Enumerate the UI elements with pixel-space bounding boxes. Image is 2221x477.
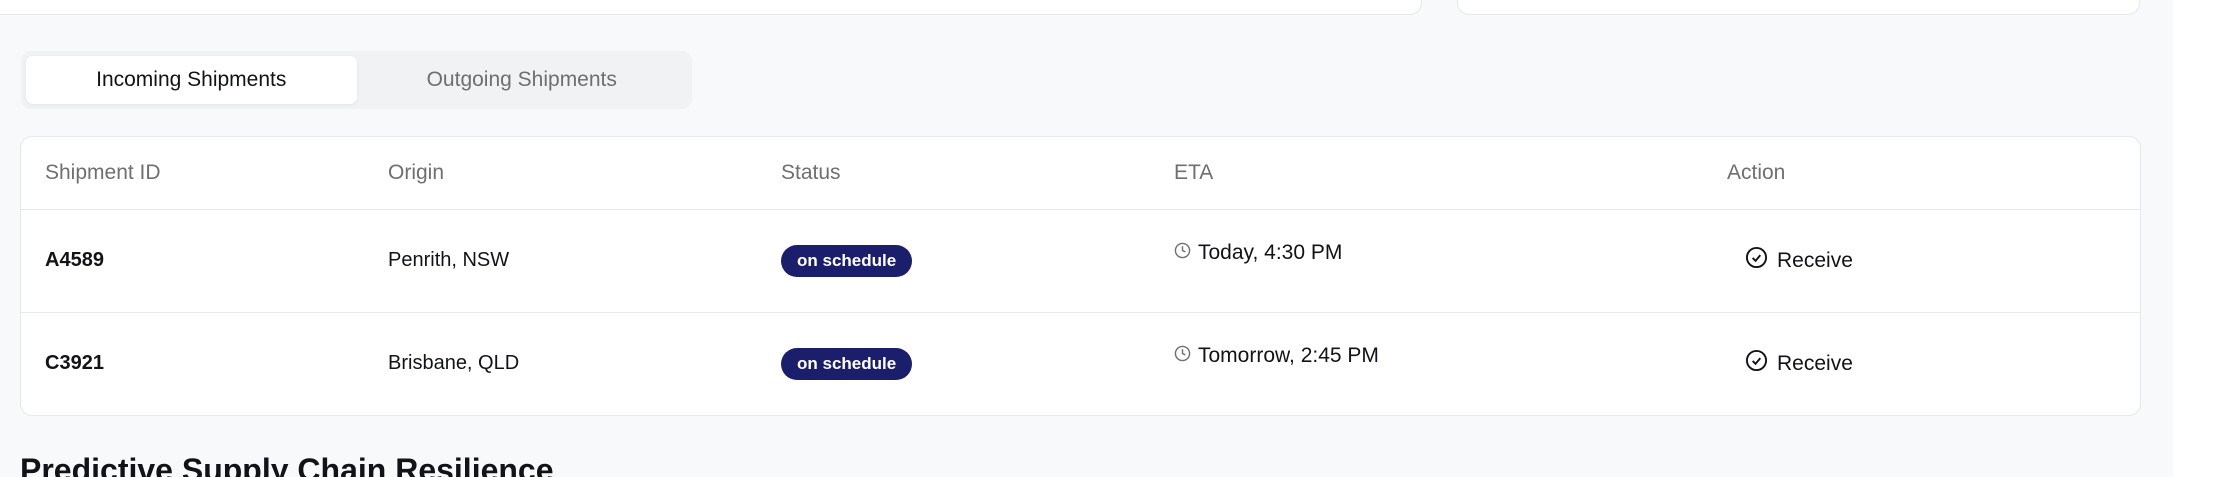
- header-origin: Origin: [388, 137, 781, 210]
- header-action: Action: [1727, 137, 2140, 210]
- shipment-id: C3921: [45, 352, 104, 375]
- shipments-table-card: Shipment ID Origin Status ETA Action A45…: [20, 136, 2141, 416]
- header-eta: ETA: [1174, 137, 1727, 210]
- eta-wrapper: Tomorrow, 2:45 PM: [1174, 344, 1727, 368]
- receive-label: Receive: [1777, 248, 1853, 272]
- check-circle-icon: [1745, 246, 1768, 275]
- action-cell: Receive: [1727, 209, 2140, 313]
- status-badge: on schedule: [781, 244, 913, 277]
- shipment-origin: Penrith, NSW: [388, 209, 781, 313]
- table-row: C3921 Brisbane, QLD on schedule Tomorrow…: [21, 312, 2140, 415]
- eta-text: Today, 4:30 PM: [1198, 240, 1343, 264]
- check-circle-icon: [1745, 349, 1768, 378]
- status-badge: on schedule: [781, 347, 913, 380]
- page-scrollbar[interactable]: [2173, 0, 2221, 477]
- tab-outgoing-shipments[interactable]: Outgoing Shipments: [357, 56, 688, 104]
- header-shipment-id: Shipment ID: [21, 137, 388, 210]
- receive-button[interactable]: Receive: [1727, 343, 1871, 384]
- eta-cell: Tomorrow, 2:45 PM: [1174, 312, 1727, 415]
- eta-wrapper: Today, 4:30 PM: [1174, 241, 1727, 265]
- status-cell: on schedule: [781, 312, 1174, 415]
- receive-label: Receive: [1777, 351, 1853, 375]
- eta-text: Tomorrow, 2:45 PM: [1198, 343, 1379, 367]
- clock-icon: [1174, 344, 1191, 368]
- shipments-table: Shipment ID Origin Status ETA Action A45…: [21, 137, 2140, 415]
- action-cell: Receive: [1727, 312, 2140, 415]
- tab-incoming-shipments[interactable]: Incoming Shipments: [26, 56, 357, 104]
- header-status: Status: [781, 137, 1174, 210]
- eta-cell: Today, 4:30 PM: [1174, 209, 1727, 313]
- section-title: Predictive Supply Chain Resilience: [20, 452, 554, 477]
- summary-card-left: [0, 0, 1422, 15]
- summary-card-right: [1457, 0, 2140, 15]
- table-header-row: Shipment ID Origin Status ETA Action: [21, 137, 2140, 210]
- shipment-tabs: Incoming Shipments Outgoing Shipments: [21, 51, 692, 109]
- shipment-id: A4589: [21, 209, 388, 313]
- status-cell: on schedule: [781, 209, 1174, 313]
- clock-icon: [1174, 241, 1191, 265]
- receive-button[interactable]: Receive: [1727, 240, 1871, 281]
- table-row: A4589 Penrith, NSW on schedule Today, 4:…: [21, 209, 2140, 313]
- shipment-origin: Brisbane, QLD: [388, 352, 520, 375]
